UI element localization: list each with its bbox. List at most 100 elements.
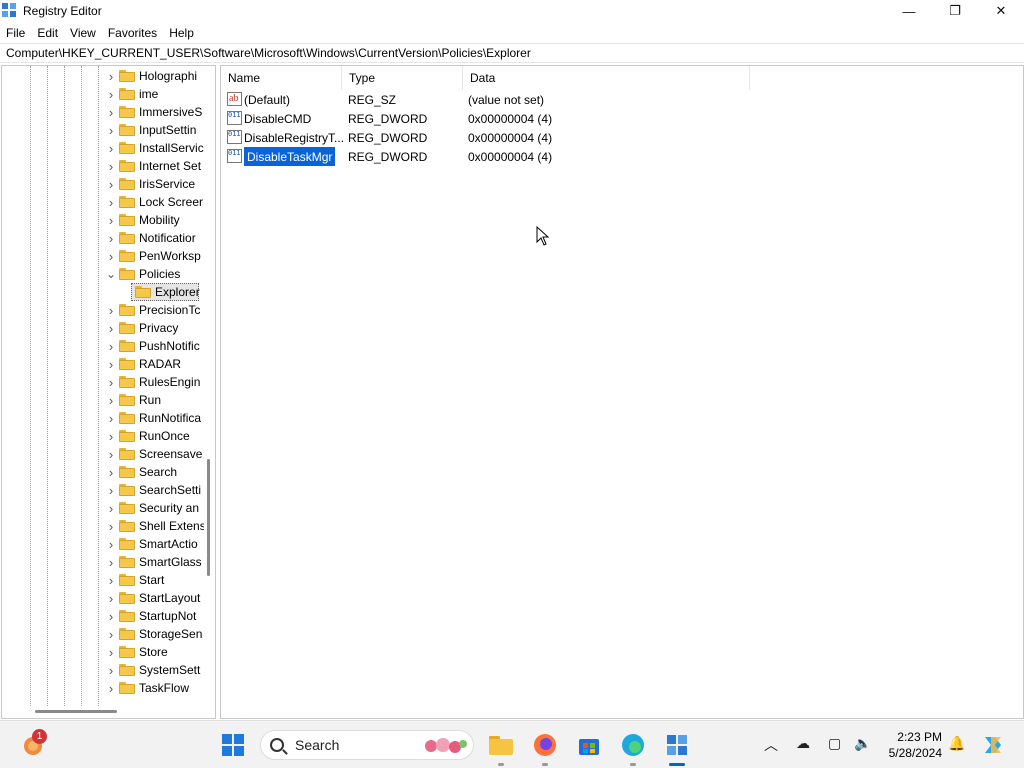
chevron-down-icon[interactable]: ⌄ [106,265,116,283]
chevron-right-icon[interactable]: › [106,553,116,571]
tree-item-runonce[interactable]: › RunOnce [2,427,202,445]
chevron-right-icon[interactable]: › [106,103,116,121]
tree-item-startlayout[interactable]: › StartLayout [2,589,202,607]
chevron-right-icon[interactable]: › [106,409,116,427]
tree-vertical-scroll-thumb[interactable] [207,459,210,576]
chevron-right-icon[interactable]: › [106,67,116,85]
tree-item-systemsett[interactable]: › SystemSett [2,661,202,679]
tree-item-precisiontc[interactable]: › PrecisionTc [2,301,202,319]
value-name[interactable]: (Default) [244,90,290,109]
chevron-right-icon[interactable]: › [106,463,116,481]
tree-item-lock-screer[interactable]: › Lock Screer [2,193,203,211]
tree-horizontal-scrollbar[interactable] [2,706,215,718]
tree-item-policies[interactable]: ⌄ Policies [2,265,202,283]
column-header-name[interactable]: Name [221,66,342,90]
tree-item-mobility[interactable]: › Mobility [2,211,202,229]
chevron-right-icon[interactable]: › [106,625,116,643]
chevron-right-icon[interactable]: › [106,85,116,103]
tree-item-notificatior[interactable]: › Notificatior [2,229,202,247]
tree-item-radar[interactable]: › RADAR [2,355,202,373]
tree-item-installservic[interactable]: › InstallServic [2,139,204,157]
file-explorer-icon[interactable] [486,730,516,760]
chevron-right-icon[interactable]: › [106,301,116,319]
value-row[interactable]: 011 110DisableRegistryT... REG_DWORD 0x000… [221,128,781,147]
tree-item-smartactio[interactable]: › SmartActio [2,535,202,553]
onedrive-offline-icon[interactable]: ☁ [796,735,810,752]
tree-item-run[interactable]: › Run [2,391,202,409]
chevron-right-icon[interactable]: › [106,535,116,553]
value-name[interactable]: DisableRegistryT... [244,128,344,147]
menu-help[interactable]: Help [163,26,200,40]
tree-item-pushnotific[interactable]: › PushNotific [2,337,202,355]
registry-values-list[interactable]: Name Type Data ab (Default) REG_SZ (value n… [220,65,1024,719]
chevron-right-icon[interactable]: › [106,481,116,499]
chevron-right-icon[interactable]: › [106,391,116,409]
microsoft-store-icon[interactable] [574,730,604,760]
tree-item-search[interactable]: › Search [2,463,202,481]
chevron-right-icon[interactable]: › [106,211,116,229]
chevron-right-icon[interactable]: › [106,373,116,391]
notification-bell-icon[interactable]: 🔔 [948,735,965,752]
value-row[interactable]: ab (Default) REG_SZ (value not set) [221,90,781,109]
tree-item-internet-set[interactable]: › Internet Set [2,157,202,175]
chevron-right-icon[interactable]: › [106,337,116,355]
tree-item-immersives[interactable]: › ImmersiveS [2,103,203,121]
address-bar[interactable]: Computer\HKEY_CURRENT_USER\Software\Micr… [0,43,1024,63]
value-row[interactable]: 011 110DisableCMD REG_DWORD 0x00000004 (4) [221,109,781,128]
tree-item-security-an[interactable]: › Security an [2,499,202,517]
menu-edit[interactable]: Edit [31,26,64,40]
tree-item-taskflow[interactable]: › TaskFlow [2,679,202,697]
chevron-right-icon[interactable]: › [106,121,116,139]
chevron-right-icon[interactable]: › [106,499,116,517]
value-name[interactable]: DisableCMD [244,109,311,128]
chevron-right-icon[interactable]: › [106,589,116,607]
tree-item-ime[interactable]: › ime [2,85,202,103]
tree-item-penworksp[interactable]: › PenWorksp [2,247,202,265]
chevron-right-icon[interactable]: › [106,679,116,697]
chevron-right-icon[interactable]: › [106,661,116,679]
chevron-right-icon[interactable]: › [106,139,116,157]
tree-item-screensave[interactable]: › Screensave [2,445,203,463]
tree-item-inputsettin[interactable]: › InputSettin [2,121,202,139]
chevron-right-icon[interactable]: › [106,319,116,337]
firefox-icon[interactable] [530,730,560,760]
registry-editor-taskbar-icon[interactable] [662,730,692,760]
maximize-button[interactable]: ❐ [932,0,978,22]
tree-item-privacy[interactable]: › Privacy [2,319,202,337]
tree-vertical-scrollbar[interactable] [204,66,215,706]
menu-file[interactable]: File [0,26,31,40]
tree-item-rulesengin[interactable]: › RulesEngin [2,373,202,391]
taskbar-clock[interactable]: 2:23 PM 5/28/2024 [872,729,942,761]
chevron-right-icon[interactable]: › [106,229,116,247]
tree-item-runnotifica[interactable]: › RunNotifica [2,409,202,427]
tree-item-irisservice[interactable]: › IrisService [2,175,202,193]
chevron-right-icon[interactable]: › [106,607,116,625]
chevron-right-icon[interactable]: › [106,445,116,463]
tree-item-explorer[interactable]: Explorer [2,283,202,301]
network-icon[interactable]: ▢ [828,735,841,752]
tree-item-searchsetti[interactable]: › SearchSetti [2,481,202,499]
menu-favorites[interactable]: Favorites [102,26,163,40]
chevron-up-icon[interactable]: ︿ [764,735,778,755]
tree-item-smartglass[interactable]: › SmartGlass [2,553,202,571]
taskbar-search-box[interactable]: Search [260,730,474,760]
tree-item-holographi[interactable]: › Holographi [2,67,202,85]
registry-key-tree[interactable]: › Holographi › ime › ImmersiveS › InputSettin › I… [1,65,216,719]
chevron-right-icon[interactable]: › [106,175,116,193]
value-row[interactable]: 011 110DisableTaskMgr REG_DWORD 0x00000004… [221,146,781,167]
chevron-right-icon[interactable]: › [106,193,116,211]
tree-horizontal-scroll-thumb[interactable] [35,710,117,713]
close-button[interactable]: ✕ [978,0,1024,22]
chevron-right-icon[interactable]: › [106,355,116,373]
chevron-right-icon[interactable]: › [106,517,116,535]
chevron-right-icon[interactable]: › [106,571,116,589]
volume-icon[interactable]: 🔈 [854,735,871,752]
chevron-right-icon[interactable]: › [106,157,116,175]
tree-item-shell-extens[interactable]: › Shell Extens [2,517,206,535]
chevron-right-icon[interactable]: › [106,247,116,265]
chevron-right-icon[interactable]: › [106,427,116,445]
chevron-right-icon[interactable]: › [106,643,116,661]
tree-item-store[interactable]: › Store [2,643,202,661]
edge-browser-icon[interactable] [618,730,648,760]
tree-item-startupnot[interactable]: › StartupNot [2,607,202,625]
